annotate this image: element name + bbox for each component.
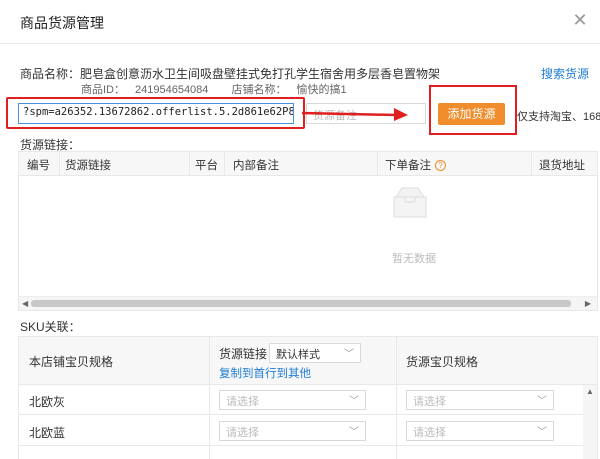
store-name: 愉快的搞1 bbox=[296, 84, 347, 96]
product-name-label: 商品名称： bbox=[20, 67, 81, 81]
style-select-value: 默认样式 bbox=[276, 349, 320, 361]
source-links-table: 编号 货源链接 平台 内部备注 下单备注? 退货地址 ◀ ▶ bbox=[18, 151, 598, 311]
col-internal-note: 内部备注 bbox=[233, 160, 279, 172]
product-name: 肥皂盒创意沥水卫生间吸盘壁挂式免打孔学生宿舍用多层香皂置物架 bbox=[80, 67, 441, 81]
col-source-spec: 货源宝贝规格 bbox=[406, 355, 479, 369]
store-name-label: 店铺名称： bbox=[231, 84, 287, 96]
chevron-down-icon: ﹀ bbox=[537, 427, 547, 438]
source-link-select[interactable]: 请选择 ﹀ bbox=[219, 421, 366, 441]
vertical-scrollbar[interactable]: ▲ bbox=[583, 385, 597, 459]
chevron-down-icon: ﹀ bbox=[349, 427, 359, 438]
help-icon[interactable]: ? bbox=[435, 160, 446, 171]
source-spec-select[interactable]: 请选择 ﹀ bbox=[406, 421, 554, 441]
search-source-link[interactable]: 搜索货源 bbox=[541, 65, 589, 82]
close-icon[interactable]: ✕ bbox=[570, 10, 590, 30]
select-placeholder: 请选择 bbox=[413, 427, 446, 439]
chevron-down-icon: ﹀ bbox=[537, 396, 547, 407]
col-platform: 平台 bbox=[195, 160, 218, 172]
sku-label: SKU关联： bbox=[20, 320, 81, 334]
copy-to-others-link[interactable]: 复制到首行到其他 bbox=[219, 365, 311, 381]
col-store-spec: 本店铺宝贝规格 bbox=[29, 355, 114, 369]
product-id-label: 商品ID： bbox=[81, 84, 125, 96]
empty-box-icon bbox=[393, 187, 427, 218]
dialog-title: 商品货源管理 bbox=[20, 15, 104, 31]
col-return-address: 退货地址 bbox=[539, 160, 585, 172]
product-id: 241954654084 bbox=[135, 84, 209, 96]
scroll-up-icon[interactable]: ▲ bbox=[586, 387, 594, 396]
dialog-header: 商品货源管理 ✕ bbox=[0, 0, 600, 44]
select-placeholder: 请选择 bbox=[413, 396, 446, 408]
style-select[interactable]: 默认样式 ﹀ bbox=[269, 343, 361, 363]
add-source-button[interactable]: 添加货源 bbox=[438, 103, 505, 125]
sku-row: 北欧灰 请选择 ﹀ 请选择 ﹀ bbox=[19, 385, 597, 415]
empty-text: 暂无数据 bbox=[392, 253, 436, 265]
select-placeholder: 请选择 bbox=[226, 396, 259, 408]
horizontal-scrollbar[interactable]: ◀ ▶ bbox=[19, 296, 597, 310]
source-url-input[interactable]: ?spm=a26352.13672862.offerlist.5.2d861e6… bbox=[18, 103, 294, 124]
col-number: 编号 bbox=[27, 160, 50, 172]
empty-state bbox=[19, 176, 597, 296]
sku-table-header: 本店铺宝贝规格 货源链接 默认样式 ﹀ 复制到首行到其他 货源宝贝规格 bbox=[19, 337, 597, 385]
product-meta: 商品ID： 241954654084 店铺名称： 愉快的搞1 bbox=[81, 81, 367, 97]
select-placeholder: 请选择 bbox=[226, 427, 259, 439]
col-source-link: 货源链接 bbox=[65, 160, 111, 172]
chevron-down-icon: ﹀ bbox=[344, 349, 354, 360]
scrollbar-thumb[interactable] bbox=[31, 300, 571, 307]
scroll-right-icon[interactable]: ▶ bbox=[585, 297, 591, 311]
sku-table: 本店铺宝贝规格 货源链接 默认样式 ﹀ 复制到首行到其他 货源宝贝规格 北欧灰 … bbox=[18, 336, 598, 459]
sku-spec: 北欧灰 bbox=[29, 395, 66, 409]
col-order-note-label: 下单备注 bbox=[385, 160, 431, 172]
red-arrow-annotation bbox=[301, 108, 408, 121]
source-link-select[interactable]: 请选择 ﹀ bbox=[219, 390, 366, 410]
col-order-note: 下单备注? bbox=[385, 157, 446, 173]
chevron-down-icon: ﹀ bbox=[349, 396, 359, 407]
source-spec-select[interactable]: 请选择 ﹀ bbox=[406, 390, 554, 410]
support-text: 仅支持淘宝、1688 bbox=[517, 111, 600, 123]
sku-spec: 北欧蓝 bbox=[29, 426, 66, 440]
product-name-row: 商品名称：肥皂盒创意沥水卫生间吸盘壁挂式免打孔学生宿舍用多层香皂置物架 bbox=[20, 65, 580, 82]
sku-row: 北欧蓝 请选择 ﹀ 请选择 ﹀ bbox=[19, 416, 597, 446]
table-header: 编号 货源链接 平台 内部备注 下单备注? 退货地址 bbox=[19, 152, 597, 176]
scroll-left-icon[interactable]: ◀ bbox=[22, 297, 28, 311]
col-source-link-label: 货源链接 bbox=[219, 347, 268, 361]
